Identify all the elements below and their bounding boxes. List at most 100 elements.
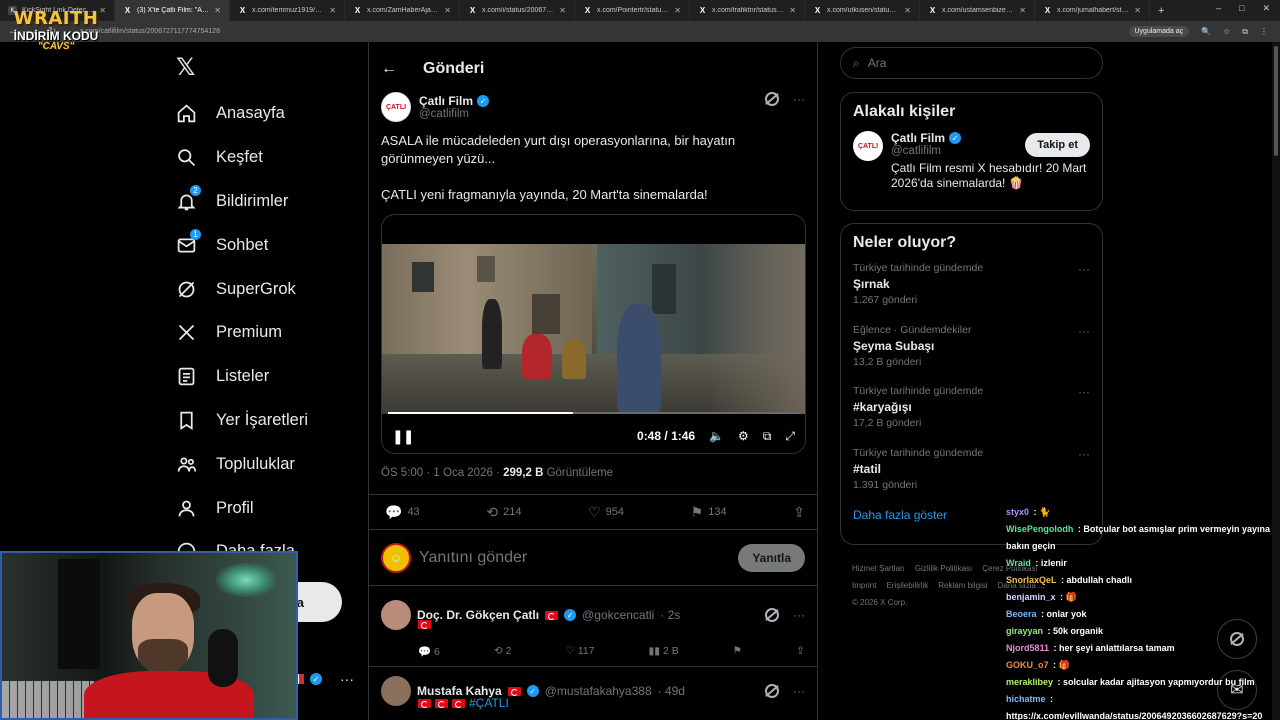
chat-username[interactable]: meraklibey [1006, 677, 1053, 687]
like-button[interactable]: ♡ 117 [565, 645, 594, 658]
reply-button[interactable]: 💬 6 [418, 645, 440, 658]
chat-username[interactable]: Njord5811 [1006, 643, 1049, 653]
more-icon[interactable]: ··· [1078, 447, 1090, 461]
browser-tab[interactable]: Xx.com/temmuz1919/status/20 ✕ [230, 0, 345, 21]
more-icon[interactable]: ··· [1078, 385, 1090, 399]
close-icon[interactable]: ✕ [559, 6, 566, 15]
back-arrow-icon[interactable]: ← [381, 60, 411, 78]
chat-username[interactable]: Wraid [1006, 558, 1031, 568]
bookmark-icon[interactable]: ⚑ [733, 645, 742, 658]
reply-button[interactable]: 💬 43 [385, 504, 420, 521]
browser-tab[interactable]: Xx.com/utkusen/status/20067 ✕ [805, 0, 920, 21]
trend-item[interactable]: Türkiye tarihinde gündemde #karyağışı 17… [841, 385, 1102, 447]
share-button[interactable]: ⇪ [793, 504, 805, 521]
reply-item[interactable]: Mustafa Kahya ✓ @mustafakahya388 · 49d ·… [369, 676, 817, 710]
sidebar-item-profil[interactable]: Profil [174, 486, 308, 530]
sidebar-item-listeler[interactable]: Listeler [174, 355, 308, 399]
pip-icon[interactable]: ⧉ [763, 429, 772, 444]
bookmark-button[interactable]: ⚑ 134 [691, 504, 727, 521]
star-icon[interactable]: ☆ [1223, 27, 1230, 36]
pause-icon[interactable]: ❚❚ [392, 428, 414, 445]
new-tab-button[interactable]: + [1150, 5, 1172, 17]
chat-username[interactable]: hichatme [1006, 694, 1046, 704]
browser-tab[interactable]: Xx.com/ZamHaberAjans/status ✕ [345, 0, 460, 21]
chat-username[interactable]: SnorlaxQeL [1006, 575, 1057, 585]
avatar[interactable]: ÇATLI [381, 92, 411, 122]
more-icon[interactable]: ··· [1078, 262, 1090, 276]
close-icon[interactable]: ✕ [789, 6, 796, 15]
reply-submit-button[interactable]: Yanıtla [738, 543, 805, 572]
trend-item[interactable]: Türkiye tarihinde gündemde Şırnak 1.267 … [841, 262, 1102, 324]
account-switcher[interactable]: ✓ ··· [290, 671, 354, 687]
close-icon[interactable]: ✕ [99, 6, 106, 15]
like-button[interactable]: ♡ 954 [588, 504, 624, 521]
grok-icon[interactable] [765, 684, 779, 698]
trend-item[interactable]: Türkiye tarihinde gündemde #tatil 1.391 … [841, 447, 1102, 509]
reply-item[interactable]: Doç. Dr. Gökçen Çatlı ✓ @gokcencatli · 2… [369, 600, 817, 658]
menu-icon[interactable]: ⋮ [1260, 27, 1268, 36]
settings-icon[interactable]: ⚙ [738, 429, 749, 443]
follow-button[interactable]: Takip et [1025, 133, 1090, 157]
hashtag-link[interactable]: #ÇATLI [469, 696, 509, 710]
reply-input[interactable]: Yanıtını gönder [419, 549, 738, 567]
open-in-app-button[interactable]: Uygulamada aç [1128, 26, 1190, 37]
close-icon[interactable]: ✕ [444, 6, 451, 15]
url-field[interactable]: x.com/catlifilm/status/20067271177747541… [80, 28, 1129, 35]
minimize-icon[interactable]: – [1216, 3, 1221, 14]
browser-tab[interactable]: Xx.com/ustamsenbize/status/20 ✕ [920, 0, 1035, 21]
views-button[interactable]: ▮▮ 2 B [649, 645, 679, 658]
volume-icon[interactable]: 🔈 [709, 429, 724, 443]
footer-link[interactable]: Reklam bilgisi [938, 581, 987, 590]
close-icon[interactable]: ✕ [674, 6, 681, 15]
browser-tab[interactable]: X (3) X'te Çatlı Film: "ASALA ✕ [115, 0, 230, 21]
video-frame[interactable] [382, 244, 805, 414]
more-icon[interactable]: ··· [340, 671, 354, 687]
grok-icon[interactable] [765, 92, 779, 106]
sidebar-item-yer-i-şaretleri[interactable]: Yer İşaretleri [174, 399, 308, 443]
video-progress[interactable] [388, 412, 800, 414]
sidebar-item-sohbet[interactable]: 1 Sohbet [174, 223, 308, 267]
grok-icon[interactable] [765, 608, 779, 622]
more-icon[interactable]: ··· [793, 608, 805, 622]
footer-link[interactable]: Erişilebilirlik [886, 581, 928, 590]
more-icon[interactable]: ··· [793, 684, 805, 698]
author-name[interactable]: Çatlı Film [419, 94, 473, 108]
close-icon[interactable]: ✕ [329, 6, 336, 15]
browser-tab[interactable]: Xx.com/Pointertr/status/20064 ✕ [575, 0, 690, 21]
trend-item[interactable]: Eğlence · Gündemdekiler Şeyma Subaşı 13,… [841, 324, 1102, 386]
repost-button[interactable]: ⟲ 214 [486, 504, 521, 521]
x-logo-icon[interactable]: 𝕏 [176, 53, 195, 82]
post-author[interactable]: ÇATLI Çatlı Film ✓ @catlifilm [381, 92, 490, 122]
close-icon[interactable]: ✕ [904, 6, 911, 15]
avatar[interactable] [381, 676, 411, 706]
more-icon[interactable]: ··· [793, 92, 805, 106]
maximize-icon[interactable]: □ [1239, 3, 1244, 14]
footer-link[interactable]: Gizlilik Politikası [915, 564, 972, 573]
repost-button[interactable]: ⟲ 2 [494, 645, 512, 658]
zoom-icon[interactable]: 🔍 [1201, 27, 1211, 36]
sidebar-item-anasayfa[interactable]: Anasayfa [174, 92, 308, 136]
chat-username[interactable]: WisePengolodh [1006, 524, 1073, 534]
footer-link[interactable]: Imprint [852, 581, 876, 590]
close-icon[interactable]: ✕ [1019, 6, 1026, 15]
footer-link[interactable]: © 2026 X Corp. [852, 598, 907, 607]
browser-tab[interactable]: Xx.com/jumalhabert/status/20 ✕ [1035, 0, 1150, 21]
more-icon[interactable]: ··· [1078, 324, 1090, 338]
chat-username[interactable]: girayyan [1006, 626, 1043, 636]
reply-author[interactable]: Doç. Dr. Gökçen Çatlı [417, 608, 539, 622]
footer-link[interactable]: Hizmet Şartları [852, 564, 905, 573]
sidebar-item-bildirimler[interactable]: 2 Bildirimler [174, 180, 308, 224]
fullscreen-icon[interactable]: ⤢ [785, 429, 795, 444]
share-icon[interactable]: ⇪ [796, 645, 805, 658]
sidebar-item-premium[interactable]: Premium [174, 311, 308, 355]
chat-username[interactable]: GOKU_o7 [1006, 660, 1049, 670]
chat-username[interactable]: styx0 [1006, 507, 1029, 517]
close-icon[interactable]: ✕ [214, 6, 221, 15]
browser-tab[interactable]: Xx.com/i/status/20067292896 ✕ [460, 0, 575, 21]
sidebar-item-topluluklar[interactable]: Topluluklar [174, 442, 308, 486]
chat-username[interactable]: Beoera [1006, 609, 1037, 619]
close-window-icon[interactable]: ✕ [1262, 3, 1270, 14]
author-handle[interactable]: @catlifilm [419, 108, 489, 120]
sidebar-item-keşfet[interactable]: Keşfet [174, 136, 308, 180]
reply-composer[interactable]: ☺ Yanıtını gönder Yanıtla [369, 530, 817, 586]
